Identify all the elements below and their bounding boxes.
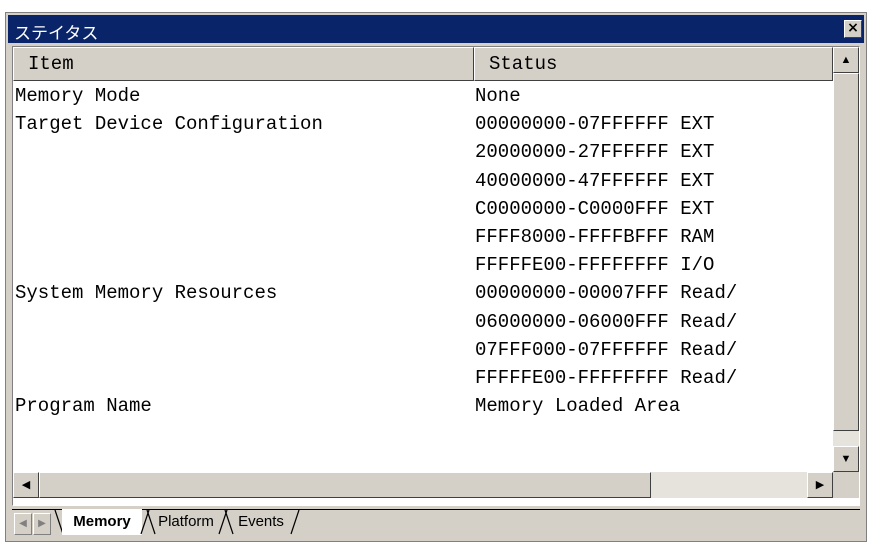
status-cell: C0000000-C0000FFF EXT — [475, 197, 715, 220]
status-list: Item Status Memory Mode None Target Devic… — [12, 46, 860, 506]
scrollbar-corner — [833, 472, 859, 498]
list-body: Memory Mode None Target Device Configurat… — [13, 82, 833, 420]
status-cell: Memory Loaded Area — [475, 395, 681, 418]
item-cell: System Memory Resources — [15, 282, 278, 305]
tab-next-icon: ▶ — [38, 518, 46, 529]
vertical-scroll-thumb[interactable] — [833, 73, 859, 431]
list-row[interactable]: C0000000-C0000FFF EXT — [13, 195, 833, 223]
list-row[interactable]: FFFFFE00-FFFFFFFF Read/ — [13, 364, 833, 392]
column-header-status[interactable]: Status — [474, 47, 833, 81]
horizontal-scrollbar[interactable]: ◀ ▶ — [13, 472, 833, 498]
sheet-tab-bar: ◀ ▶ Memory Platform Events — [12, 509, 860, 537]
tab-events[interactable]: Events — [232, 509, 290, 535]
status-cell: 00000000-00007FFF Read/ — [475, 282, 738, 305]
arrow-down-icon: ▼ — [840, 453, 852, 465]
list-row[interactable]: Program Name Memory Loaded Area — [13, 392, 833, 420]
status-cell: FFFFFE00-FFFFFFFF I/O — [475, 254, 715, 277]
tab-prev-icon: ◀ — [19, 518, 27, 529]
list-row[interactable]: 40000000-47FFFFFF EXT — [13, 167, 833, 195]
item-cell: Memory Mode — [15, 85, 141, 107]
scroll-down-button[interactable]: ▼ — [833, 446, 859, 472]
status-cell: FFFF8000-FFFFBFFF RAM — [475, 225, 715, 248]
status-cell: FFFFFE00-FFFFFFFF Read/ — [475, 366, 738, 389]
status-cell: None — [475, 85, 521, 107]
list-row[interactable]: 06000000-06000FFF Read/ — [13, 308, 833, 336]
column-header-item[interactable]: Item — [13, 47, 474, 81]
horizontal-scroll-thumb[interactable] — [39, 472, 651, 498]
list-header: Item Status — [13, 47, 833, 81]
list-row[interactable]: Memory Mode None — [13, 82, 833, 110]
tab-prev-button[interactable]: ◀ — [14, 513, 32, 535]
title-bar[interactable]: ステイタス × — [8, 15, 864, 44]
list-row[interactable]: FFFF8000-FFFFBFFF RAM — [13, 223, 833, 251]
tab-platform[interactable]: Platform — [154, 509, 218, 535]
status-cell: 06000000-06000FFF Read/ — [475, 310, 738, 333]
tab-next-button[interactable]: ▶ — [33, 513, 51, 535]
item-cell: Target Device Configuration — [15, 113, 323, 136]
arrow-up-icon: ▲ — [840, 54, 852, 66]
scroll-right-button[interactable]: ▶ — [807, 472, 833, 498]
status-cell: 07FFF000-07FFFFFF Read/ — [475, 338, 738, 361]
arrow-left-icon: ◀ — [21, 479, 31, 491]
status-cell: 20000000-27FFFFFF EXT — [475, 141, 715, 164]
scroll-left-button[interactable]: ◀ — [13, 472, 39, 498]
tab-memory[interactable]: Memory — [62, 509, 142, 535]
vertical-scrollbar[interactable]: ▲ ▼ — [833, 47, 859, 472]
scroll-up-button[interactable]: ▲ — [833, 47, 859, 73]
window-title: ステイタス — [14, 24, 99, 44]
list-row[interactable]: System Memory Resources 00000000-00007FFF… — [13, 279, 833, 307]
tab-edge — [290, 509, 300, 535]
item-cell: Program Name — [15, 395, 152, 418]
arrow-right-icon: ▶ — [815, 479, 825, 491]
status-cell: 00000000-07FFFFFF EXT — [475, 113, 715, 136]
list-row[interactable]: 20000000-27FFFFFF EXT — [13, 138, 833, 166]
close-icon: × — [847, 20, 859, 36]
list-row[interactable]: FFFFFE00-FFFFFFFF I/O — [13, 251, 833, 279]
list-row[interactable]: Target Device Configuration 00000000-07FF… — [13, 110, 833, 138]
close-button[interactable]: × — [844, 20, 862, 38]
status-cell: 40000000-47FFFFFF EXT — [475, 169, 715, 192]
list-row[interactable]: 07FFF000-07FFFFFF Read/ — [13, 336, 833, 364]
status-window: ステイタス × Item Status Memory Mode None Targ… — [5, 12, 867, 542]
